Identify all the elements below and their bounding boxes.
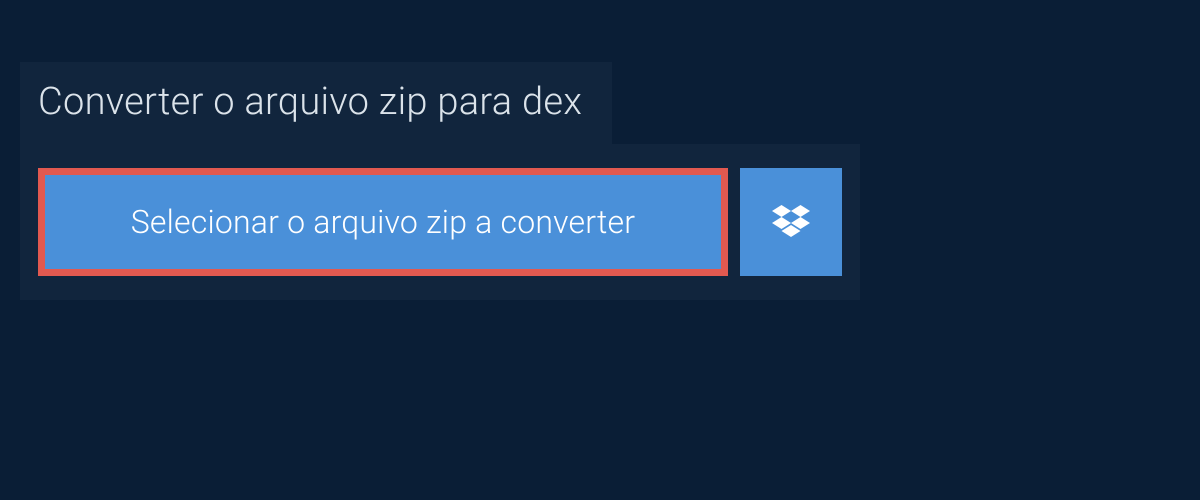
select-file-label: Selecionar o arquivo zip a converter — [131, 203, 636, 241]
select-file-button[interactable]: Selecionar o arquivo zip a converter — [38, 168, 728, 276]
main-container: Converter o arquivo zip para dex Selecio… — [0, 0, 1200, 300]
page-title: Converter o arquivo zip para dex — [38, 80, 582, 124]
dropbox-icon — [772, 205, 810, 239]
heading-box: Converter o arquivo zip para dex — [20, 62, 612, 144]
upload-panel: Selecionar o arquivo zip a converter — [20, 144, 860, 300]
dropbox-button[interactable] — [740, 168, 842, 276]
